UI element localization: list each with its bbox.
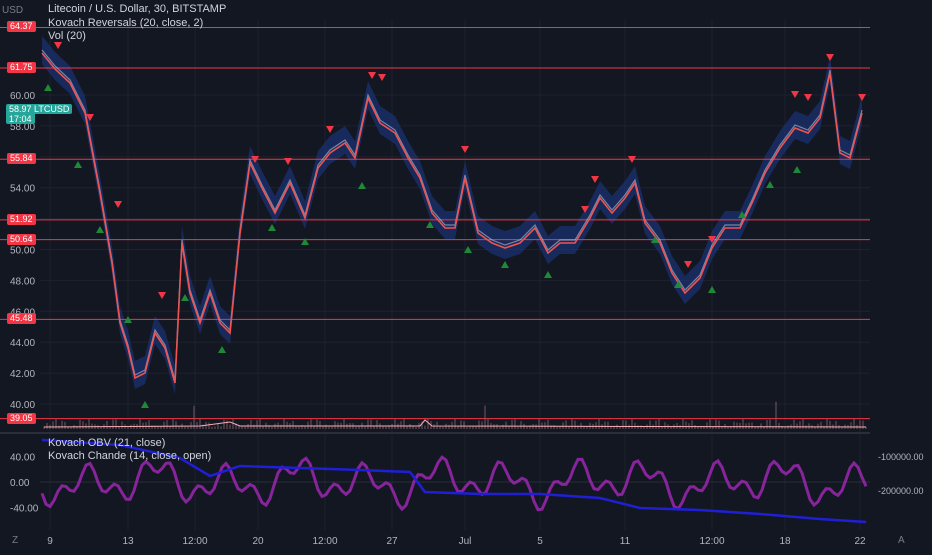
chande-legend[interactable]: Kovach Chande (14, close, open) <box>48 450 211 462</box>
time-tick: 9 <box>47 536 53 547</box>
price-tick: 60.00 <box>10 91 35 102</box>
time-tick: 20 <box>252 536 264 547</box>
indicator-legend-reversals[interactable]: Kovach Reversals (20, close, 2) <box>48 17 203 29</box>
symbol-title[interactable]: Litecoin / U.S. Dollar, 30, BITSTAMP <box>48 3 226 15</box>
indicator-legend-volume[interactable]: Vol (20) <box>48 30 86 42</box>
level-badge: 55.84 <box>7 153 36 165</box>
price-tick: 44.00 <box>10 338 35 349</box>
oscillator-left-tick: 0.00 <box>10 478 30 489</box>
time-tick: 27 <box>386 536 398 547</box>
time-tick: Jul <box>459 536 472 547</box>
time-tick: 5 <box>537 536 543 547</box>
time-tick: 22 <box>854 536 866 547</box>
auto-scale-icon[interactable]: A <box>898 535 905 546</box>
level-badge: 39.05 <box>7 412 36 424</box>
level-badge: 51.92 <box>7 213 36 225</box>
time-tick: 12:00 <box>312 536 337 547</box>
time-tick: 12:00 <box>699 536 724 547</box>
zoom-icon[interactable]: Z <box>12 535 18 546</box>
current-price: 58.97 <box>9 104 32 114</box>
time-tick: 11 <box>620 536 631 547</box>
price-tick: 40.00 <box>10 400 35 411</box>
time-tick: 12:00 <box>182 536 207 547</box>
level-badge: 64.37 <box>7 21 36 33</box>
oscillator-left-tick: 40.00 <box>10 452 35 463</box>
price-tick: 50.00 <box>10 246 35 257</box>
level-badge: 61.75 <box>7 61 36 73</box>
price-tick: 48.00 <box>10 276 35 287</box>
chart-root: 60.0058.0056.0054.0052.0050.0048.0046.00… <box>0 0 932 550</box>
countdown: 17:04 <box>9 114 32 124</box>
price-tick: 42.00 <box>10 369 35 380</box>
oscillator-right-tick: -200000.00 <box>878 486 924 496</box>
level-badge: 50.64 <box>7 233 36 245</box>
price-tick: 54.00 <box>10 184 35 195</box>
level-badge: 45.48 <box>7 313 36 325</box>
obv-legend[interactable]: Kovach OBV (21, close) <box>48 437 165 449</box>
time-tick: 18 <box>779 536 791 547</box>
price-chart[interactable]: 60.0058.0056.0054.0052.0050.0048.0046.00… <box>0 0 932 550</box>
symbol-badge: LTCUSD <box>31 104 73 114</box>
time-tick: 13 <box>122 536 134 547</box>
currency-label: USD <box>2 5 24 16</box>
oscillator-right-tick: -100000.00 <box>878 452 924 462</box>
oscillator-left-tick: -40.00 <box>10 504 39 515</box>
